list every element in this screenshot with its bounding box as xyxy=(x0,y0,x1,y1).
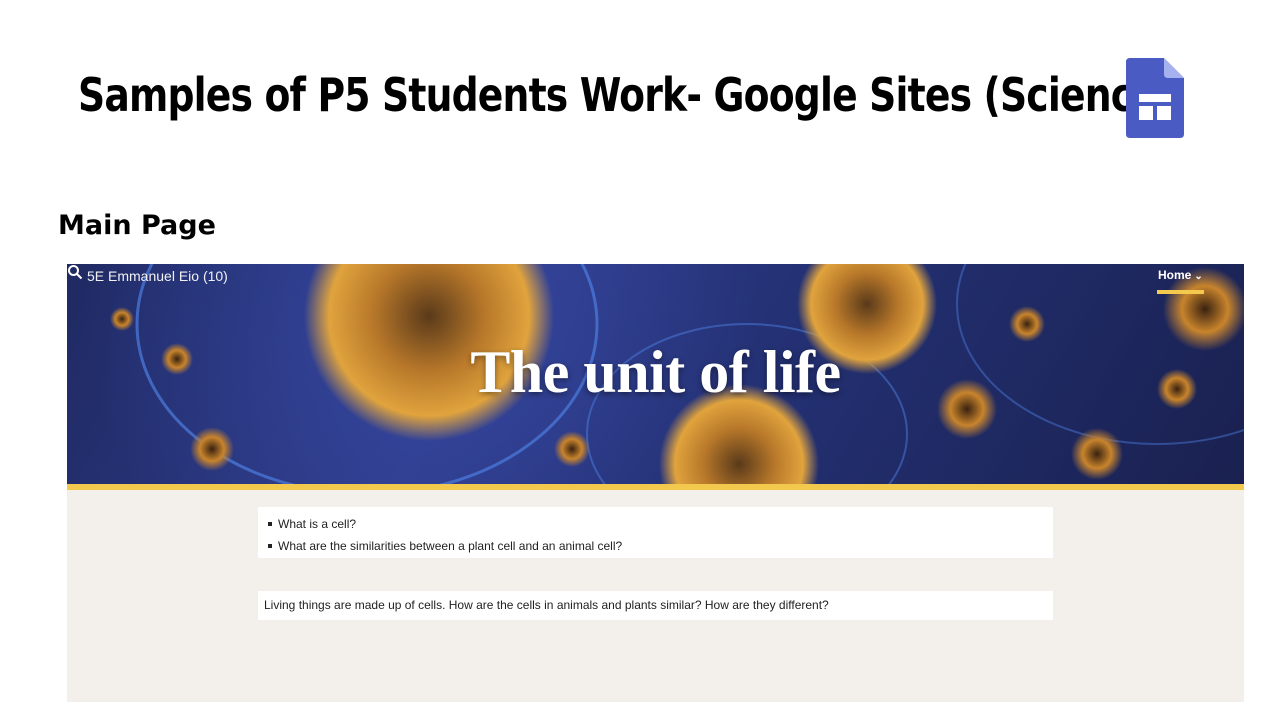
questions-box: What is a cell? What are the similaritie… xyxy=(258,507,1053,558)
slide-title: Samples of P5 Students Work- Google Site… xyxy=(78,68,1174,122)
questions-list: What is a cell? What are the similaritie… xyxy=(258,507,1053,557)
question-item: What is a cell? xyxy=(268,513,1053,535)
nav-home-link[interactable]: Home ⌄ xyxy=(1158,268,1203,282)
section-label: Main Page xyxy=(58,210,216,241)
site-screenshot: 5E Emmanuel Eio (10) Home ⌄ The unit of l… xyxy=(67,264,1244,702)
google-sites-icon xyxy=(1126,58,1184,138)
hero-banner: 5E Emmanuel Eio (10) Home ⌄ The unit of l… xyxy=(67,264,1244,484)
hero-title: The unit of life xyxy=(470,339,841,405)
nav-active-indicator xyxy=(1157,290,1204,294)
intro-text-box: Living things are made up of cells. How … xyxy=(258,591,1053,620)
search-icon[interactable] xyxy=(67,264,83,280)
site-name[interactable]: 5E Emmanuel Eio (10) xyxy=(87,268,228,284)
nav-home-label: Home xyxy=(1158,268,1192,282)
chevron-down-icon[interactable]: ⌄ xyxy=(1194,271,1202,282)
intro-text: Living things are made up of cells. How … xyxy=(264,598,829,612)
accent-bar xyxy=(67,484,1244,490)
question-item: What are the similarities between a plan… xyxy=(268,535,1053,557)
